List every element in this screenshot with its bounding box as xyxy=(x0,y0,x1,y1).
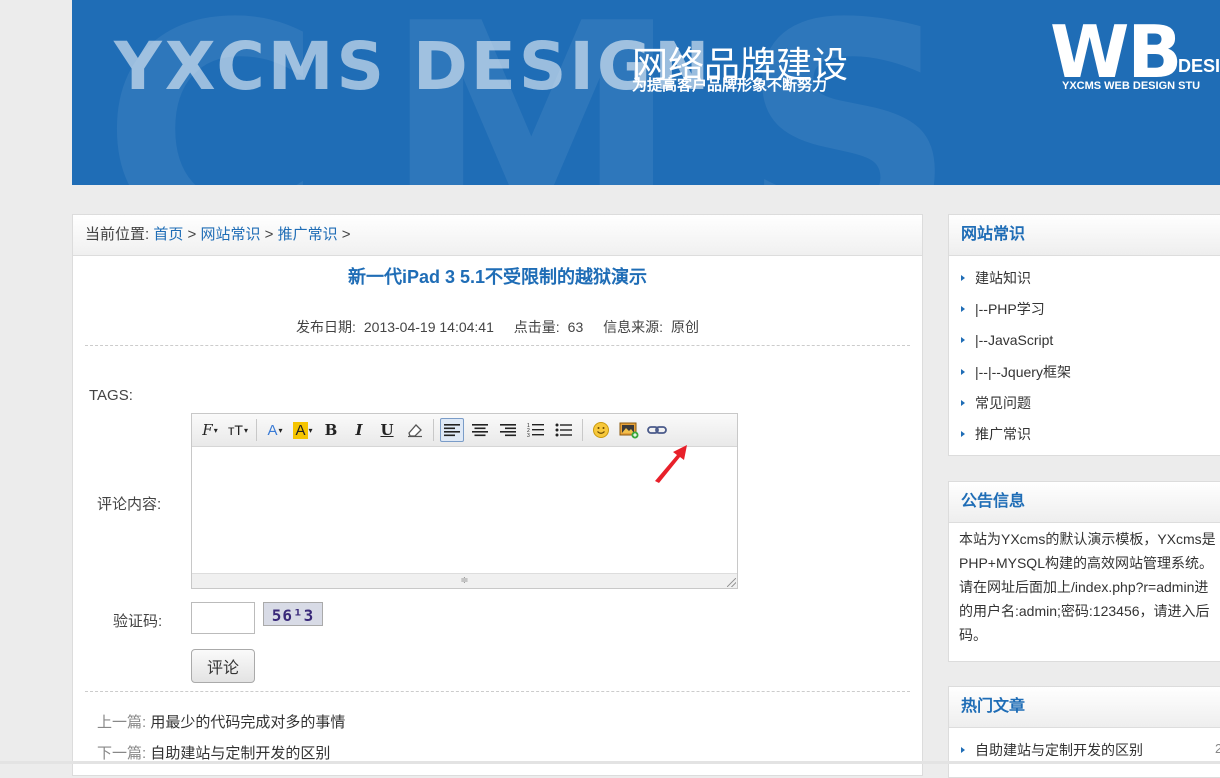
sidebar-categories-title: 网站常识 xyxy=(949,215,1220,256)
banner-cn-subtitle: 为提高客户品牌形象不断努力 xyxy=(632,77,828,94)
ordered-list-icon: 123 xyxy=(527,423,544,438)
tags-label: TAGS: xyxy=(89,387,133,404)
align-center-icon xyxy=(472,424,488,437)
unordered-list-icon xyxy=(555,423,572,437)
italic-icon: I xyxy=(355,421,363,439)
italic-button[interactable]: I xyxy=(347,418,371,442)
notice-line: 请在网址后面加上/index.php?r=admin进 xyxy=(959,579,1209,595)
captcha-label: 验证码: xyxy=(113,613,163,630)
font-family-button[interactable]: F ▾ xyxy=(198,418,222,442)
svg-text:3: 3 xyxy=(527,433,530,438)
sidebar-item[interactable]: 推广常识 xyxy=(961,420,1220,451)
toolbar-separator xyxy=(582,419,583,441)
bold-button[interactable]: B xyxy=(319,418,343,442)
source-label: 信息来源: xyxy=(603,319,664,335)
breadcrumb-separator: > xyxy=(264,226,274,243)
breadcrumb-category-link[interactable]: 网站常识 xyxy=(200,226,260,243)
emoticon-button[interactable] xyxy=(589,418,613,442)
date-label: 发布日期: xyxy=(295,319,356,335)
link-icon xyxy=(647,426,667,434)
source-value: 原创 xyxy=(671,319,700,335)
font-size-icon: тT xyxy=(228,422,243,438)
clear-format-button[interactable] xyxy=(403,418,427,442)
breadcrumb-home-link[interactable]: 首页 xyxy=(153,226,183,243)
toolbar-separator xyxy=(256,419,257,441)
sidebar-item[interactable]: |--|--Jquery框架 xyxy=(961,358,1220,389)
font-color-button[interactable]: A ▾ xyxy=(263,418,287,442)
views-label: 点击量: xyxy=(513,319,560,335)
next-article: 下一篇: 自助建站与定制开发的区别 xyxy=(97,742,330,763)
breadcrumb: 当前位置: 首页 > 网站常识 > 推广常识 > xyxy=(73,215,922,256)
breadcrumb-separator: > xyxy=(341,226,351,243)
next-label: 下一篇: xyxy=(97,745,147,762)
underline-button[interactable]: U xyxy=(375,418,399,442)
font-color-icon: A xyxy=(267,421,278,439)
prev-article: 上一篇: 用最少的代码完成对多的事情 xyxy=(97,711,345,732)
comment-content-label: 评论内容: xyxy=(97,496,162,513)
captcha-image[interactable]: 56¹3 xyxy=(263,602,323,626)
underline-icon: U xyxy=(380,421,394,439)
hot-article-date: 2 xyxy=(1215,741,1220,756)
align-center-button[interactable] xyxy=(468,418,492,442)
sidebar-notice-title: 公告信息 xyxy=(949,482,1220,523)
notice-line: 的用户名:admin;密码:123456，请进入后 xyxy=(959,603,1210,619)
sidebar-categories: 网站常识 建站知识 |--PHP学习 |--JavaScript |--|--J… xyxy=(948,214,1220,456)
breadcrumb-prefix: 当前位置: xyxy=(85,226,150,243)
article-panel: 当前位置: 首页 > 网站常识 > 推广常识 > 新一代iPad 3 5.1不受… xyxy=(72,214,923,776)
breadcrumb-separator: > xyxy=(187,226,197,243)
captcha-input[interactable] xyxy=(191,602,255,634)
prev-article-link[interactable]: 用最少的代码完成对多的事情 xyxy=(150,714,345,731)
align-right-button[interactable] xyxy=(496,418,520,442)
notice-line: 本站为YXcms的默认演示模板，YXcms是 xyxy=(959,531,1216,547)
insert-image-button[interactable] xyxy=(617,418,641,442)
resize-handle-icon: ≑ xyxy=(460,575,469,586)
banner-logo-subtitle: YXCMS WEB DESIGN STU xyxy=(1062,80,1201,92)
ordered-list-button[interactable]: 123 xyxy=(524,418,548,442)
resize-grip-icon[interactable] xyxy=(727,578,736,587)
align-left-button[interactable] xyxy=(440,418,464,442)
smiley-icon xyxy=(593,422,609,438)
sidebar-item[interactable]: 常见问题 xyxy=(961,389,1220,420)
highlight-icon: A xyxy=(293,421,308,439)
notice-text: 本站为YXcms的默认演示模板，YXcms是 PHP+MYSQL构建的高效网站管… xyxy=(949,523,1220,651)
sidebar-item[interactable]: |--PHP学习 xyxy=(961,295,1220,326)
article-title: 新一代iPad 3 5.1不受限制的越狱演示 xyxy=(347,267,648,287)
sidebar-hot-title: 热门文章 xyxy=(949,687,1220,728)
font-size-button[interactable]: тT ▾ xyxy=(226,418,250,442)
editor-resize-bar[interactable]: ≑ xyxy=(192,573,737,588)
notice-line: PHP+MYSQL构建的高效网站管理系统。 xyxy=(959,555,1213,571)
sidebar-item[interactable]: |--JavaScript xyxy=(961,326,1220,357)
next-article-link[interactable]: 自助建站与定制开发的区别 xyxy=(150,745,330,762)
header-banner: CMS YXCMS DESIGN 网络品牌建设 为提高客户品牌形象不断努力 WB… xyxy=(72,0,1220,185)
banner-logo-design: DESI xyxy=(1178,56,1220,76)
submit-comment-button[interactable]: 评论 xyxy=(191,649,255,683)
red-arrow-icon xyxy=(655,445,687,483)
prev-label: 上一篇: xyxy=(97,714,147,731)
toolbar-separator xyxy=(433,419,434,441)
eraser-icon xyxy=(408,424,422,438)
divider xyxy=(85,691,910,692)
highlight-button[interactable]: A ▾ xyxy=(291,418,315,442)
view-count: 63 xyxy=(567,319,584,335)
font-family-icon: F xyxy=(202,421,213,439)
banner-brand-text: YXCMS DESIGN xyxy=(114,28,713,105)
bold-icon: B xyxy=(324,421,338,439)
breadcrumb-subcategory-link[interactable]: 推广常识 xyxy=(278,226,338,243)
unordered-list-button[interactable] xyxy=(552,418,576,442)
align-left-icon xyxy=(444,424,460,437)
sidebar-notice: 公告信息 本站为YXcms的默认演示模板，YXcms是 PHP+MYSQL构建的… xyxy=(948,481,1220,662)
publish-date: 2013-04-19 14:04:41 xyxy=(363,319,494,335)
image-icon xyxy=(619,422,639,439)
sidebar-item[interactable]: 建站知识 xyxy=(961,264,1220,295)
align-right-icon xyxy=(500,424,516,437)
notice-line: 码。 xyxy=(959,627,987,643)
divider xyxy=(85,345,910,346)
article-meta: 发布日期: 2013-04-19 14:04:41 点击量: 63 信息来源: 原创 xyxy=(73,317,922,337)
sidebar-hot-articles: 热门文章 自助建站与定制开发的区别 2 xyxy=(948,686,1220,778)
